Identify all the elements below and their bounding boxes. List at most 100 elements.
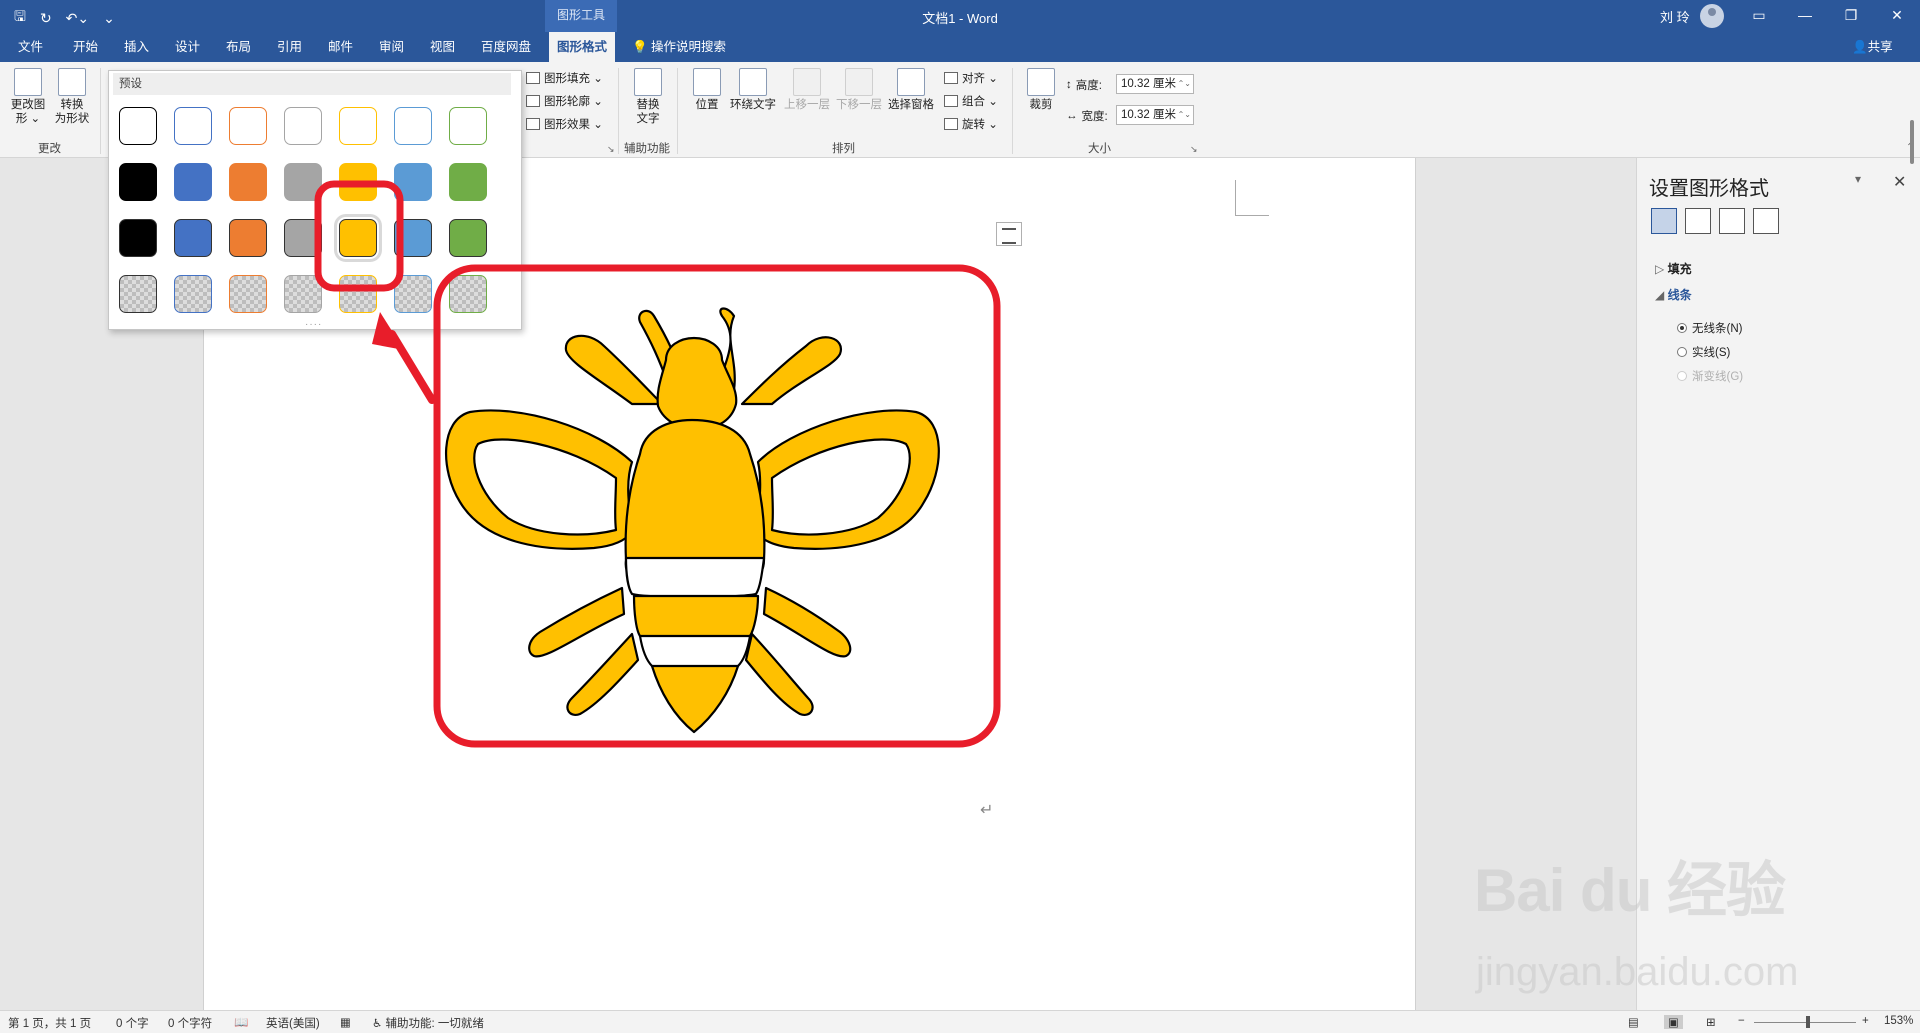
- effects-icon[interactable]: [1685, 208, 1711, 234]
- tab-mailings[interactable]: 邮件: [324, 32, 357, 62]
- zoom-slider[interactable]: [1754, 1022, 1856, 1023]
- style-swatch-transparent-3[interactable]: [229, 275, 267, 313]
- style-swatch-transparent-1[interactable]: [119, 275, 157, 313]
- tab-view[interactable]: 视图: [426, 32, 459, 62]
- tab-review[interactable]: 审阅: [375, 32, 408, 62]
- shape-outline-label: 图形轮廓 ⌄: [544, 96, 603, 108]
- style-swatch-transparent-7[interactable]: [449, 275, 487, 313]
- style-swatch-filled-outlined-7[interactable]: [449, 219, 487, 257]
- style-swatch-filled-5[interactable]: [339, 163, 377, 201]
- style-swatch-transparent-2[interactable]: [174, 275, 212, 313]
- style-swatch-outline-5[interactable]: [339, 107, 377, 145]
- style-swatch-filled-outlined-2[interactable]: [174, 219, 212, 257]
- style-swatch-filled-outlined-5[interactable]: [334, 214, 382, 262]
- alt-text-button[interactable]: 替换 文字: [630, 68, 666, 126]
- radio-solid-line[interactable]: 实线(S): [1677, 344, 1730, 360]
- vertical-scrollbar[interactable]: [1910, 120, 1914, 164]
- size-dialog-launcher-icon[interactable]: ↘: [1190, 144, 1198, 155]
- picture-icon[interactable]: [1753, 208, 1779, 234]
- restore-icon[interactable]: ❐: [1828, 0, 1874, 32]
- fill-line-icon[interactable]: [1651, 208, 1677, 234]
- style-swatch-transparent-6[interactable]: [394, 275, 432, 313]
- style-swatch-filled-outlined-3[interactable]: [229, 219, 267, 257]
- align-button[interactable]: 对齐 ⌄: [944, 70, 998, 86]
- tell-me-search[interactable]: 💡 操作说明搜索: [632, 32, 726, 62]
- style-swatch-outline-7[interactable]: [449, 107, 487, 145]
- tab-home[interactable]: 开始: [69, 32, 102, 62]
- style-swatch-transparent-5[interactable]: [339, 275, 377, 313]
- close-icon[interactable]: ✕: [1874, 0, 1920, 32]
- char-count[interactable]: 0 个字符: [168, 1015, 212, 1031]
- style-swatch-filled-7[interactable]: [449, 163, 487, 201]
- wrap-text-button[interactable]: 环绕文字: [728, 68, 778, 112]
- save-icon[interactable]: 🖫: [14, 6, 26, 30]
- zoom-level[interactable]: 153%: [1884, 1015, 1913, 1027]
- style-swatch-filled-outlined-6[interactable]: [394, 219, 432, 257]
- send-backward-button[interactable]: 下移一层: [834, 68, 884, 112]
- gallery-resize-grip[interactable]: ····: [305, 319, 322, 330]
- shape-outline-button[interactable]: 图形轮廓 ⌄: [526, 93, 603, 109]
- style-swatch-outline-3[interactable]: [229, 107, 267, 145]
- macro-icon[interactable]: ▦: [340, 1015, 351, 1029]
- width-input[interactable]: 10.32 厘米: [1116, 105, 1194, 125]
- section-line[interactable]: ◢ 线条: [1655, 286, 1692, 303]
- style-swatch-filled-3[interactable]: [229, 163, 267, 201]
- style-swatch-filled-outlined-1[interactable]: [119, 219, 157, 257]
- shape-effects-button[interactable]: 图形效果 ⌄: [526, 116, 603, 132]
- zoom-out-icon[interactable]: −: [1738, 1015, 1745, 1027]
- tab-insert[interactable]: 插入: [120, 32, 153, 62]
- style-swatch-filled-6[interactable]: [394, 163, 432, 201]
- section-fill[interactable]: ▷ 填充: [1655, 260, 1692, 277]
- style-swatch-outline-6[interactable]: [394, 107, 432, 145]
- style-swatch-filled-2[interactable]: [174, 163, 212, 201]
- style-swatch-outline-1[interactable]: [119, 107, 157, 145]
- group-button[interactable]: 组合 ⌄: [944, 93, 998, 109]
- page-count[interactable]: 第 1 页，共 1 页: [8, 1015, 91, 1031]
- tab-layout[interactable]: 布局: [222, 32, 255, 62]
- pane-options-dropdown[interactable]: ▾: [1855, 172, 1861, 186]
- tab-design[interactable]: 设计: [171, 32, 204, 62]
- style-swatch-filled-4[interactable]: [284, 163, 322, 201]
- undo-icon[interactable]: ↶⌄: [66, 10, 89, 27]
- zoom-slider-thumb[interactable]: [1806, 1016, 1810, 1028]
- accessibility-status[interactable]: ♿ 辅助功能: 一切就绪: [372, 1015, 484, 1031]
- read-mode-icon[interactable]: ▤: [1628, 1015, 1639, 1029]
- tab-shape-format[interactable]: 图形格式: [549, 32, 615, 62]
- radio-no-line[interactable]: 无线条(N): [1677, 320, 1742, 336]
- style-swatch-filled-1[interactable]: [119, 163, 157, 201]
- user-name[interactable]: 刘 玲: [1660, 7, 1690, 26]
- avatar[interactable]: [1700, 4, 1724, 28]
- minimize-icon[interactable]: —: [1782, 0, 1828, 32]
- style-swatch-outline-2[interactable]: [174, 107, 212, 145]
- layout-options-icon[interactable]: [996, 222, 1022, 246]
- tab-references[interactable]: 引用: [273, 32, 306, 62]
- language[interactable]: 英语(美国): [266, 1015, 320, 1031]
- height-input[interactable]: 10.32 厘米: [1116, 74, 1194, 94]
- word-count[interactable]: 0 个字: [116, 1015, 149, 1031]
- refresh-icon[interactable]: ↻: [40, 10, 52, 27]
- radio-gradient-line[interactable]: 渐变线(G): [1677, 368, 1743, 384]
- ribbon-display-icon[interactable]: ▭: [1736, 0, 1782, 32]
- crop-button[interactable]: 裁剪: [1024, 68, 1058, 112]
- selection-pane-button[interactable]: 选择窗格: [886, 68, 936, 112]
- dialog-launcher-icon[interactable]: ↘: [607, 144, 615, 155]
- convert-to-shape-button[interactable]: 转换 为形状: [52, 68, 92, 126]
- bring-forward-button[interactable]: 上移一层: [782, 68, 832, 112]
- style-swatch-filled-outlined-4[interactable]: [284, 219, 322, 257]
- rotate-button[interactable]: 旋转 ⌄: [944, 116, 998, 132]
- web-layout-icon[interactable]: ⊞: [1706, 1015, 1716, 1029]
- proofing-icon[interactable]: 📖: [234, 1015, 248, 1029]
- print-layout-icon[interactable]: ▣: [1664, 1015, 1683, 1029]
- layout-icon[interactable]: [1719, 208, 1745, 234]
- tab-baidu-netdisk[interactable]: 百度网盘: [477, 32, 535, 62]
- pane-close-icon[interactable]: ✕: [1893, 172, 1906, 192]
- zoom-in-icon[interactable]: +: [1862, 1015, 1869, 1027]
- edit-shape-button[interactable]: 更改图 形 ⌄: [8, 68, 48, 126]
- tab-file[interactable]: 文件: [14, 32, 47, 62]
- style-swatch-outline-4[interactable]: [284, 107, 322, 145]
- style-swatch-transparent-4[interactable]: [284, 275, 322, 313]
- customize-icon[interactable]: ⌄: [103, 10, 115, 27]
- share-button[interactable]: 👤共享: [1852, 32, 1893, 62]
- shape-fill-button[interactable]: 图形填充 ⌄: [526, 70, 603, 86]
- position-button[interactable]: 位置: [690, 68, 724, 112]
